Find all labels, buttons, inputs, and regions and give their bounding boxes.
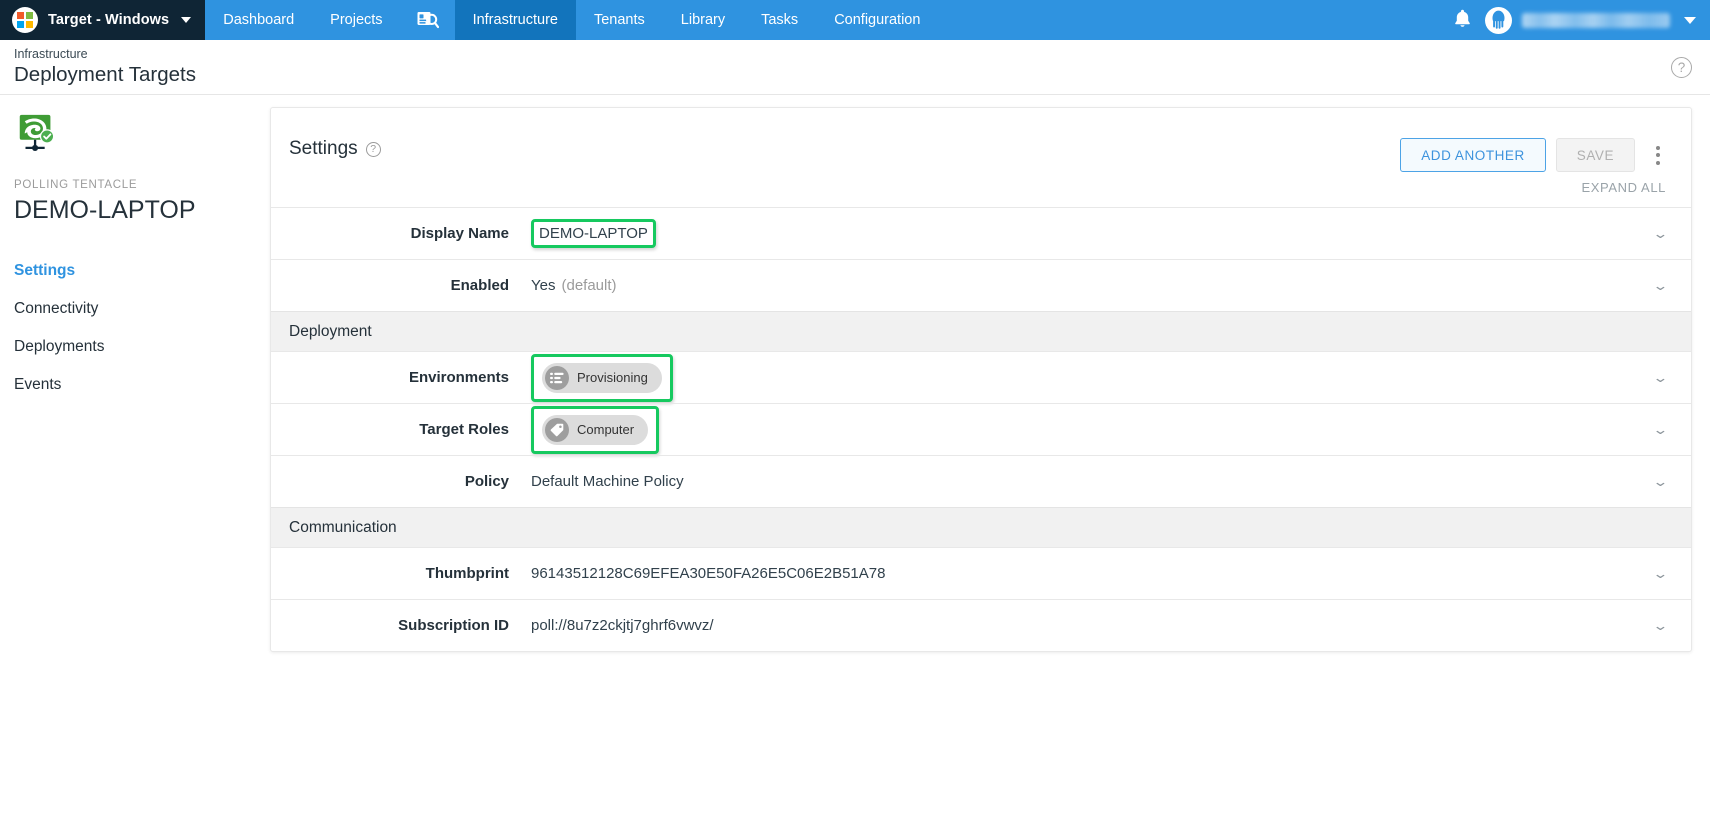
settings-heading-label: Settings [289,138,358,159]
display-name-value: DEMO-LAPTOP [539,225,648,242]
field-label-display-name: Display Name [410,225,509,242]
sidebar-item-events[interactable]: Events [14,366,270,404]
user-name-label [1522,12,1670,28]
table-row[interactable]: Subscription ID poll://8u7z2ckjtj7ghrf6v… [271,599,1691,651]
chevron-down-icon[interactable]: ⌄ [1652,474,1668,490]
field-label-subscription-id: Subscription ID [398,617,509,634]
nav-item-projects[interactable]: Projects [312,0,400,40]
brand-label: Target - Windows [48,12,170,28]
chevron-down-icon[interactable]: ⌄ [1652,278,1668,294]
brand-target-selector[interactable]: Target - Windows [0,0,206,40]
settings-card-actions: ADD ANOTHER SAVE [1400,138,1669,172]
kebab-menu-icon[interactable] [1647,140,1669,170]
caret-down-icon [181,17,192,23]
field-value-display-name: DEMO-LAPTOP [531,219,1655,248]
top-navigation-bar: Target - Windows Dashboard Projects Infr… [0,0,1710,40]
add-another-button[interactable]: ADD ANOTHER [1400,138,1546,172]
chip-environment[interactable]: Provisioning [542,362,662,393]
sidebar-item-settings[interactable]: Settings [14,252,270,290]
highlight-box-display-name: DEMO-LAPTOP [531,219,656,248]
field-label-enabled: Enabled [450,277,509,294]
nav-item-tenants[interactable]: Tenants [576,0,663,40]
environment-list-icon [545,365,569,390]
question-circle-icon[interactable]: ? [365,141,381,157]
chevron-down-icon[interactable]: ⌄ [1652,226,1668,242]
section-header-communication: Communication [271,507,1691,547]
field-value-policy: Default Machine Policy [531,473,684,490]
field-value-thumbprint: 96143512128C69EFEA30E50FA26E5C06E2B51A78 [531,565,886,582]
sidebar: POLLING TENTACLE DEMO-LAPTOP Settings Co… [0,95,270,832]
breadcrumb-parent[interactable]: Infrastructure [14,46,196,62]
table-row[interactable]: Policy Default Machine Policy ⌄ [271,455,1691,507]
nav-item-dashboard[interactable]: Dashboard [205,0,312,40]
settings-card: Settings ? ADD ANOTHER SAVE EXPAND ALL D… [270,107,1692,652]
sidebar-nav: Settings Connectivity Deployments Events [14,252,270,404]
nav-item-tasks[interactable]: Tasks [743,0,816,40]
table-row[interactable]: Enabled Yes (default) ⌄ [271,259,1691,311]
table-row[interactable]: Thumbprint 96143512128C69EFEA30E50FA26E5… [271,547,1691,599]
user-menu-caret-down-icon[interactable] [1684,16,1696,24]
field-label-policy: Policy [464,473,509,490]
page-header: Infrastructure Deployment Targets ? [0,40,1710,95]
avatar[interactable] [1485,6,1512,34]
main-content: Settings ? ADD ANOTHER SAVE EXPAND ALL D… [270,95,1710,832]
field-value-enabled: Yes (default) [531,277,1655,294]
field-label-thumbprint: Thumbprint [425,565,509,582]
chip-target-role-label: Computer [577,422,635,437]
field-label-target-roles: Target Roles [419,421,509,438]
chevron-down-icon[interactable]: ⌄ [1652,370,1668,386]
tentacle-healthy-icon [19,114,55,151]
chevron-down-icon[interactable]: ⌄ [1652,422,1668,438]
sidebar-item-deployments[interactable]: Deployments [14,328,270,366]
page-body: POLLING TENTACLE DEMO-LAPTOP Settings Co… [0,95,1710,832]
nav-item-library[interactable]: Library [663,0,743,40]
field-value-environments: Provisioning [531,353,1655,402]
save-button[interactable]: SAVE [1555,138,1635,172]
table-row[interactable]: Target Roles Computer ⌄ [271,403,1691,455]
tag-icon [545,417,569,442]
nav-item-infrastructure[interactable]: Infrastructure [454,0,576,40]
settings-heading: Settings ? [289,138,381,160]
sidebar-item-connectivity[interactable]: Connectivity [14,290,270,328]
settings-card-header: Settings ? ADD ANOTHER SAVE [271,108,1691,176]
field-label-environments: Environments [408,369,509,386]
chevron-down-icon[interactable]: ⌄ [1652,566,1668,582]
primary-nav-links: Dashboard Projects Infrastructure Tenant… [205,0,938,40]
sidebar-kicker: POLLING TENTACLE [14,179,138,191]
table-row[interactable]: Environments Provisioning ⌄ [271,351,1691,403]
question-circle-icon[interactable]: ? [1671,57,1692,78]
sidebar-title: DEMO-LAPTOP [14,196,196,224]
search-document-icon [417,12,439,29]
bell-icon[interactable] [1454,9,1471,31]
nav-item-search-documents[interactable] [401,0,455,40]
enabled-value: Yes [531,277,556,294]
nav-item-configuration[interactable]: Configuration [816,0,938,40]
section-header-deployment: Deployment [271,311,1691,351]
chip-environment-label: Provisioning [577,370,648,385]
table-row[interactable]: Display Name DEMO-LAPTOP ⌄ [271,207,1691,259]
nav-right-cluster [1454,0,1710,40]
breadcrumb: Infrastructure Deployment Targets [14,46,196,88]
expand-all-row: EXPAND ALL [271,176,1691,207]
chevron-down-icon[interactable]: ⌄ [1652,618,1668,634]
expand-all-button[interactable]: EXPAND ALL [1581,180,1666,195]
chip-target-role[interactable]: Computer [542,414,649,445]
highlight-box-target-roles: Computer [531,405,660,454]
user-avatar-icon [1492,10,1505,29]
highlight-box-environments: Provisioning [531,353,673,402]
field-value-target-roles: Computer [531,405,1655,454]
page-title: Deployment Targets [14,63,196,86]
microsoft-logo-icon [12,7,38,33]
field-value-subscription-id: poll://8u7z2ckjtj7ghrf6vwvz/ [531,617,714,634]
enabled-default-suffix: (default) [561,277,617,294]
